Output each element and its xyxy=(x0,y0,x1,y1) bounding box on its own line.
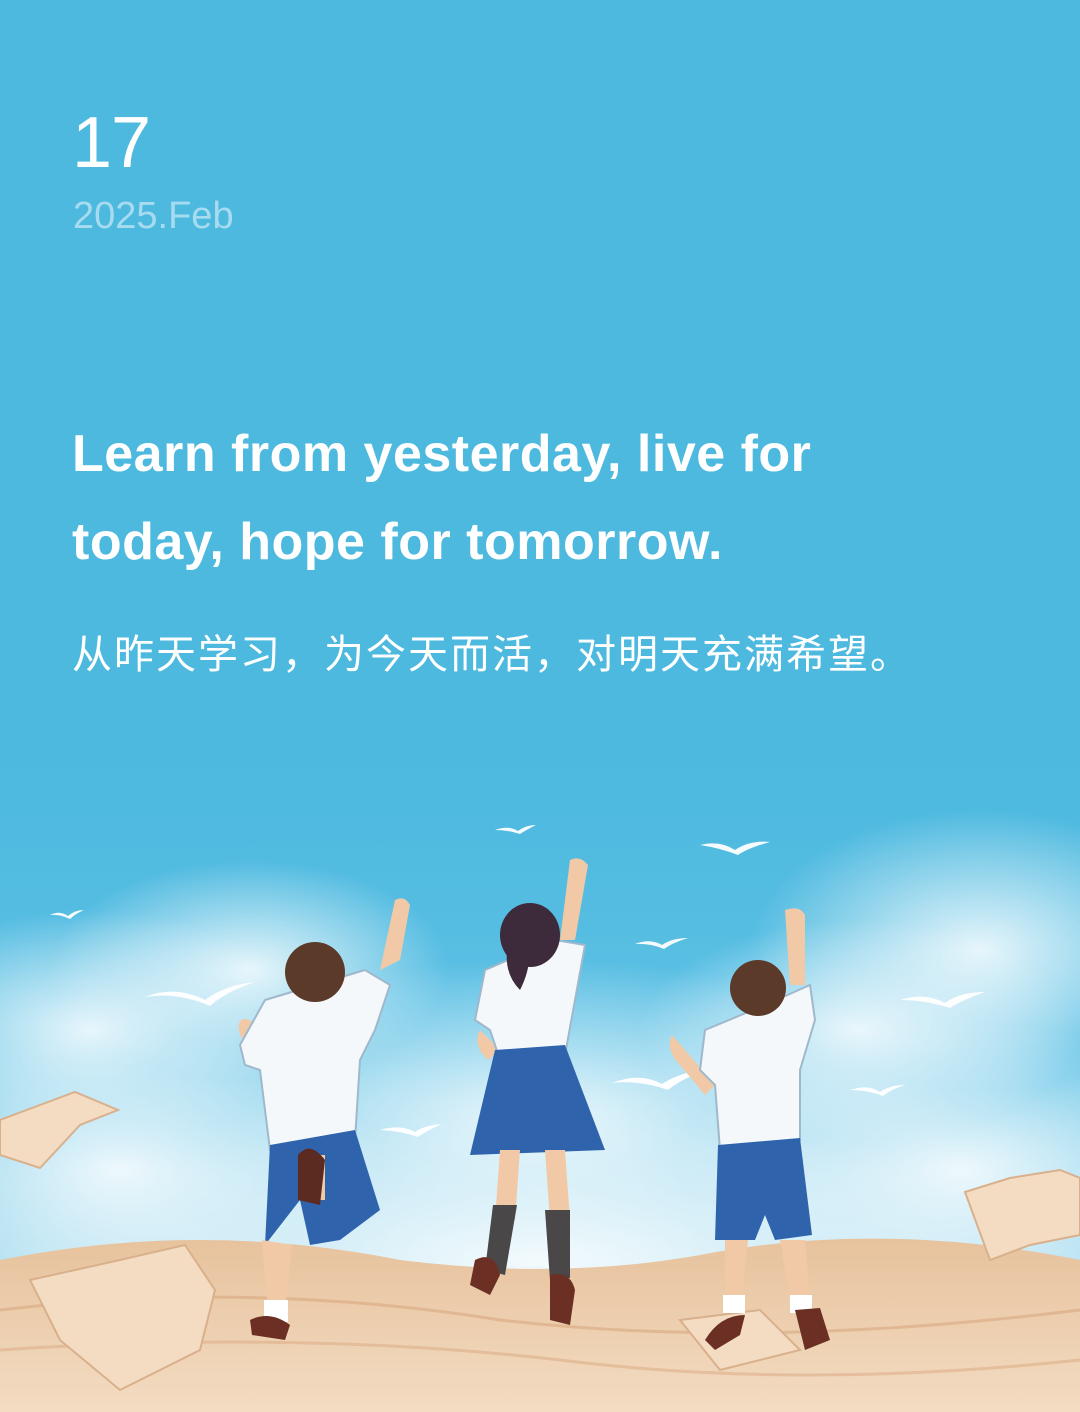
daily-quote-card: 17 2025.Feb Learn from yesterday, live f… xyxy=(0,0,1080,1412)
date-day: 17 xyxy=(72,103,151,183)
students-jumping-illustration xyxy=(0,700,1080,1412)
quote-chinese: 从昨天学习，为今天而活，对明天充满希望。 xyxy=(72,632,912,678)
quote-english: Learn from yesterday, live for today, ho… xyxy=(72,425,812,571)
date-year-month: 2025.Feb xyxy=(73,195,234,237)
